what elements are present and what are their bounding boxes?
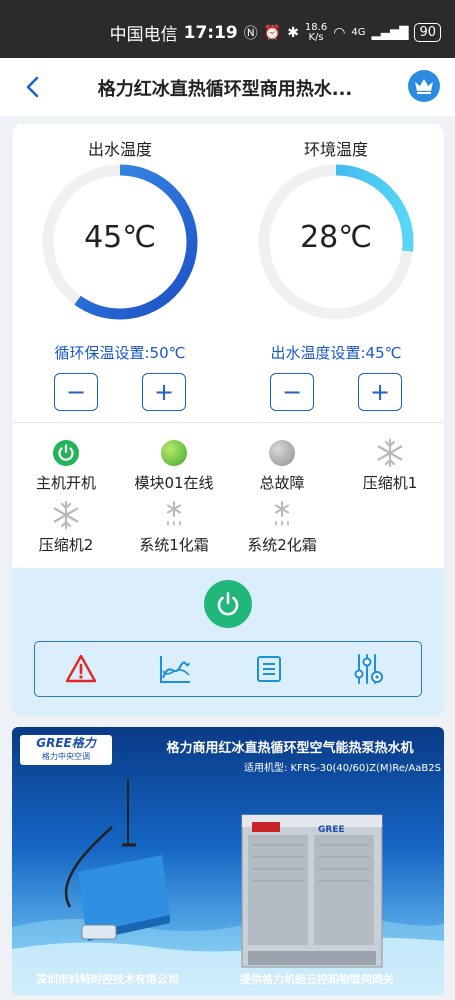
outlet-setpoint: 出水温度设置:45℃ [270, 344, 402, 362]
status-label: 总故障 [259, 474, 305, 492]
device-brand-label: GREE [318, 825, 345, 835]
alarm-warning-icon [65, 654, 97, 683]
status-system1-defrost: 系统1化霜 [120, 500, 228, 555]
decrease-circulation-button[interactable]: − [54, 373, 98, 411]
gauge-label: 环境温度 [303, 140, 368, 159]
bluetooth-icon: ✱ [287, 24, 299, 41]
status-label: 压缩机1 [362, 474, 418, 492]
control-area [12, 568, 444, 716]
status-compressor-1: 压缩机1 [336, 438, 444, 493]
status-label: 系统1化霜 [139, 536, 209, 554]
wifi-icon: ◠ [333, 24, 346, 41]
system-status-bar: 中国电信 17:19 Ⓝ ⏰ ✱ 18.6 K/s ◠ 4G ▂▄▆█ 90 [0, 0, 455, 58]
network-type: 4G [351, 26, 366, 38]
outlet-temp-gauge: 45℃ [40, 162, 200, 322]
decrease-outlet-button[interactable]: − [270, 373, 314, 411]
power-on-icon [51, 438, 81, 468]
nfc-icon: Ⓝ [243, 25, 258, 42]
status-system2-defrost: 系统2化霜 [228, 500, 336, 555]
ambient-temp-value: 28℃ [300, 220, 372, 255]
page-title: 格力红冰直热循环型商用热水... [97, 79, 353, 100]
back-button[interactable] [18, 72, 48, 102]
outlet-temp-gauge-block: 出水温度 45℃ 循环保温设置:50℃ − + [12, 124, 228, 424]
ambient-temp-gauge: 28℃ [256, 162, 416, 322]
online-dot-icon [159, 438, 189, 468]
vip-button[interactable] [408, 70, 440, 102]
status-compressor-2: 压缩机2 [12, 500, 120, 555]
list-document-icon [257, 656, 281, 682]
settings-sliders-icon [354, 654, 383, 684]
chevron-left-icon [26, 76, 39, 98]
function-toolbar [34, 641, 422, 697]
status-general-fault: 总故障 [228, 438, 336, 493]
status-label: 主机开机 [35, 474, 96, 492]
status-label: 压缩机2 [38, 536, 94, 554]
clock: 17:19 [183, 22, 238, 43]
status-label: 系统2化霜 [247, 536, 317, 554]
outlet-temp-value: 45℃ [84, 220, 156, 255]
carrier-name: 中国电信 [109, 25, 178, 45]
increase-circulation-button[interactable]: + [142, 373, 186, 411]
settings-button[interactable] [351, 651, 387, 687]
network-speed-unit: K/s [308, 31, 324, 43]
gateway-device-illustration [12, 779, 444, 995]
status-label: 模块01在线 [134, 474, 214, 492]
curve-chart-icon [160, 656, 190, 683]
power-icon [217, 592, 239, 616]
network-speed: 18.6 K/s [305, 22, 327, 43]
fault-dot-icon [267, 438, 297, 468]
records-button[interactable] [251, 651, 287, 687]
status-bar-right: 中国电信 17:19 Ⓝ ⏰ ✱ 18.6 K/s ◠ 4G ▂▄▆█ 90 [110, 20, 441, 45]
snowflake-icon [375, 438, 405, 468]
increase-outlet-button[interactable]: + [358, 373, 402, 411]
company-name: 深圳市科特时控技术有限公司 [36, 973, 179, 986]
divider [12, 422, 444, 423]
service-description: 提供格力机组云控和物联网网关 [240, 973, 394, 986]
ambient-temp-gauge-block: 环境温度 28℃ 出水温度设置:45℃ − + [228, 124, 444, 424]
alarm-clock-icon: ⏰ [263, 24, 282, 41]
crown-icon [415, 79, 433, 94]
circulation-setpoint: 循环保温设置:50℃ [54, 344, 186, 362]
navigation-bar: 格力红冰直热循环型商用热水... [0, 58, 455, 116]
power-toggle-button[interactable] [204, 580, 252, 628]
battery-indicator: 90 [414, 23, 441, 42]
device-status-card: 出水温度 45℃ 循环保温设置:50℃ − + 环境温度 28℃ 出水温度设置:… [12, 124, 444, 716]
defrost-icon [267, 500, 297, 530]
status-main-power: 主机开机 [12, 438, 120, 493]
curve-button[interactable] [157, 651, 193, 687]
alarm-button[interactable] [63, 651, 99, 687]
defrost-icon [159, 500, 189, 530]
snowflake-icon [51, 500, 81, 530]
product-banner[interactable]: GREE格力 格力中央空调 格力商用红冰直热循环型空气能热泵热水机 适用机型: … [12, 727, 444, 995]
status-module-online: 模块01在线 [120, 438, 228, 493]
gauge-label: 出水温度 [87, 140, 152, 159]
signal-icon: ▂▄▆█ [371, 25, 409, 40]
